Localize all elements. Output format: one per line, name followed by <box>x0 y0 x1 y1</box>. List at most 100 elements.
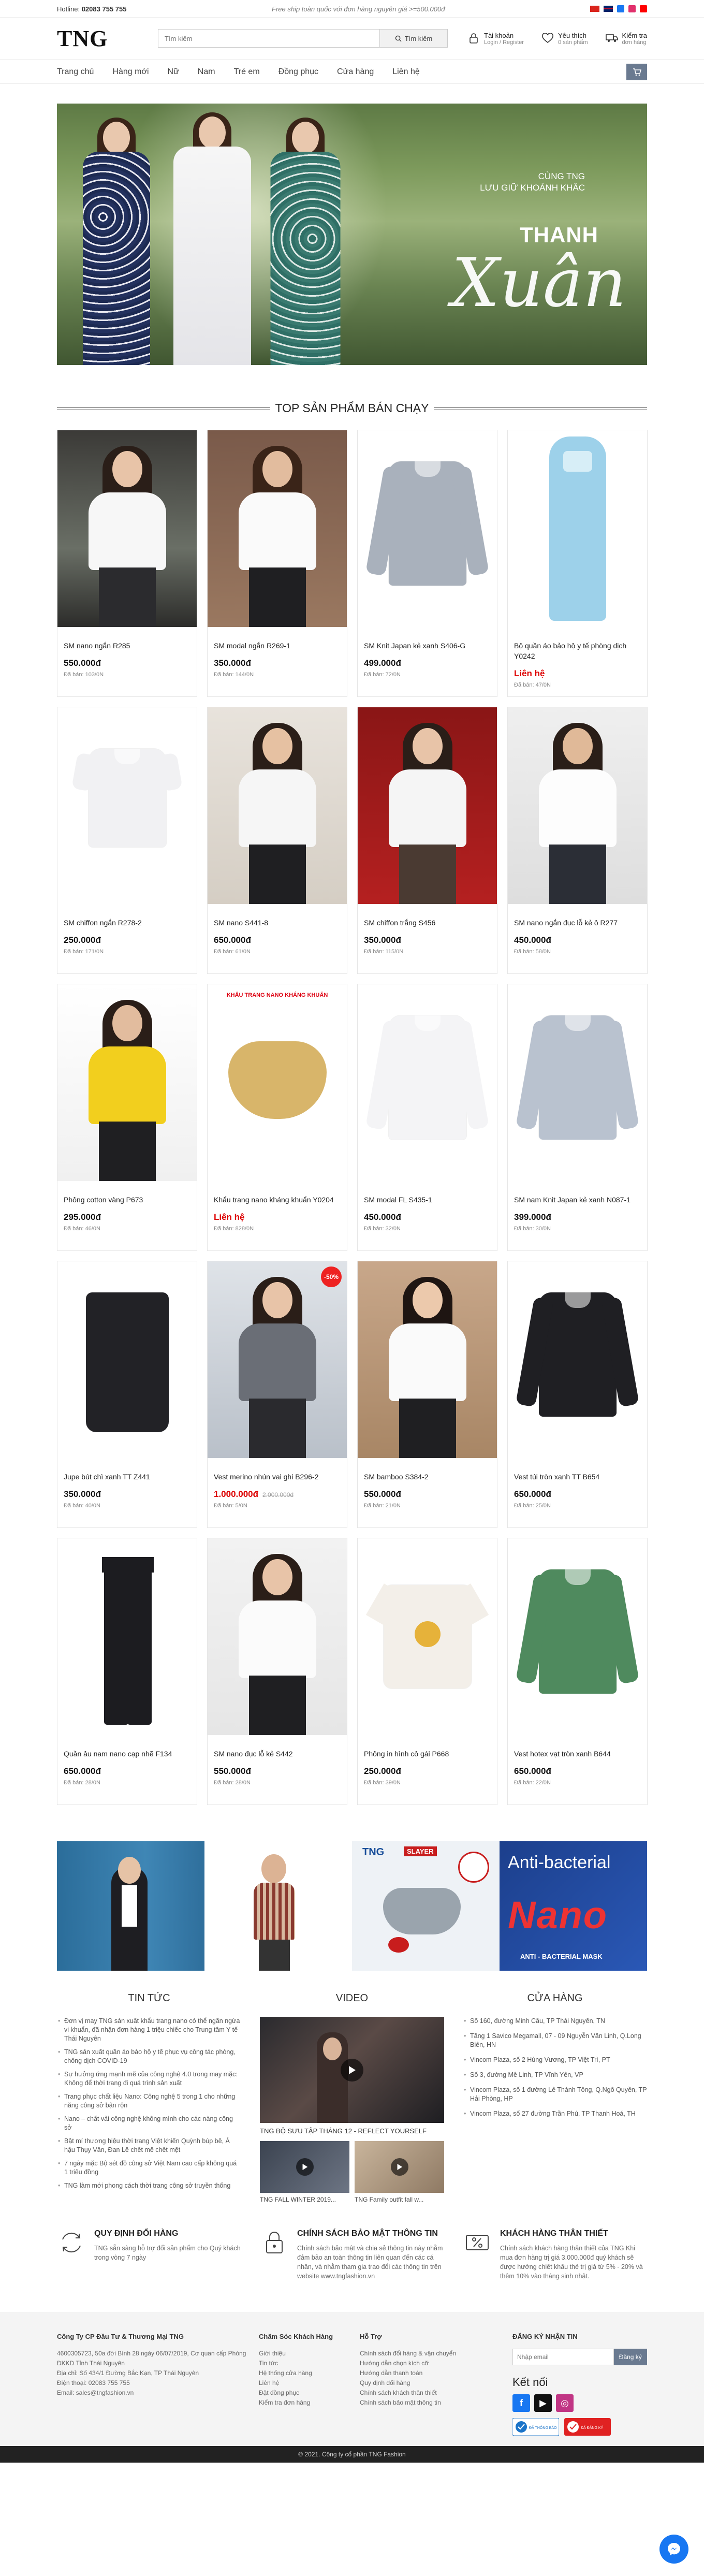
product-card[interactable]: Phông in hình cô gái P668 250.000đ Đã bá… <box>357 1538 497 1805</box>
product-card[interactable]: Vest túi tròn xanh TT B654 650.000đ Đã b… <box>507 1261 648 1528</box>
promo-banner-1[interactable] <box>57 1841 204 1971</box>
product-name[interactable]: SM chiffon trắng S456 <box>364 918 491 928</box>
product-image[interactable] <box>508 707 647 904</box>
product-name[interactable]: SM modal FL S435-1 <box>364 1195 491 1205</box>
product-name[interactable]: Vest túi tròn xanh TT B654 <box>514 1472 641 1482</box>
play-icon[interactable] <box>296 2158 314 2176</box>
bocongthuong-notified-badge[interactable]: ĐÃ THÔNG BÁO <box>512 2418 559 2436</box>
news-item[interactable]: Đơn vị may TNG sản xuất khẩu trang nano … <box>57 2017 241 2043</box>
footer-care-link[interactable]: Liên hệ <box>259 2378 360 2388</box>
product-card[interactable]: SM nam Knit Japan kẻ xanh N087-1 399.000… <box>507 984 648 1251</box>
news-item[interactable]: Sự hưởng ứng mạnh mẽ của công nghệ 4.0 t… <box>57 2070 241 2088</box>
news-item[interactable]: 7 ngày mặc Bộ sét đồ công sở Việt Nam ca… <box>57 2159 241 2177</box>
policy-loyalty[interactable]: KHÁCH HÀNG THÂN THIẾT Chính sách khách hà… <box>463 2228 647 2281</box>
account-link[interactable]: Tài khoản Login / Register <box>467 32 524 46</box>
product-name[interactable]: Khẩu trang nano kháng khuẩn Y0204 <box>214 1195 341 1205</box>
bocongthuong-registered-badge[interactable]: ĐÃ ĐĂNG KÝ <box>564 2418 611 2436</box>
product-name[interactable]: SM nano ngắn đục lỗ kẻ ô R277 <box>514 918 641 928</box>
product-image[interactable] <box>358 1538 497 1735</box>
store-item[interactable]: Số 3, đường Mê Linh, TP Vĩnh Yên, VP <box>463 2071 647 2079</box>
store-item[interactable]: Tầng 1 Savico Megamall, 07 - 09 Nguyễn V… <box>463 2032 647 2049</box>
product-card[interactable]: Bộ quần áo bảo hộ y tế phòng dịch Y0242 … <box>507 430 648 697</box>
main-video-caption[interactable]: TNG BỘ SƯU TẬP THÁNG 12 - REFLECT YOURSE… <box>260 2127 444 2135</box>
video-thumbnail-2-caption[interactable]: TNG Family outfit fall w... <box>355 2196 444 2203</box>
product-name[interactable]: SM bamboo S384-2 <box>364 1472 491 1482</box>
search-input[interactable] <box>158 29 379 48</box>
promo-banner-2[interactable] <box>204 1841 352 1971</box>
product-card[interactable]: Phông cotton vàng P673 295.000đ Đã bán: … <box>57 984 197 1251</box>
instagram-icon[interactable]: ◎ <box>556 2394 574 2412</box>
play-icon[interactable] <box>390 2158 408 2176</box>
facebook-icon[interactable]: f <box>512 2394 530 2412</box>
product-card[interactable]: SM bamboo S384-2 550.000đ Đã bán: 21/0N <box>357 1261 497 1528</box>
product-name[interactable]: SM modal ngắn R269-1 <box>214 641 341 651</box>
facebook-icon[interactable] <box>617 5 624 12</box>
nav-kids[interactable]: Trẻ em <box>234 67 260 77</box>
store-item[interactable]: Vincom Plaza, số 1 đường Lê Thánh Tông, … <box>463 2086 647 2103</box>
product-card[interactable]: KHẨU TRANG NANO KHÁNG KHUẨN Khẩu trang n… <box>207 984 347 1251</box>
hotline-number[interactable]: 02083 755 755 <box>82 5 127 13</box>
promo-banner-4[interactable]: Anti-bacterial Nano ANTI - BACTERIAL MAS… <box>500 1841 647 1971</box>
order-check-link[interactable]: Kiểm tra đơn hàng <box>605 32 647 46</box>
product-name[interactable]: Vest merino nhún vai ghi B296-2 <box>214 1472 341 1482</box>
newsletter-submit-button[interactable]: Đăng ký <box>613 2349 647 2365</box>
logo[interactable]: TNG <box>57 25 158 52</box>
nav-stores[interactable]: Cửa hàng <box>337 67 374 77</box>
product-card[interactable]: SM nano đục lỗ kẻ S442 550.000đ Đã bán: … <box>207 1538 347 1805</box>
product-image[interactable] <box>508 1261 647 1458</box>
product-card[interactable]: Jupe bút chì xanh TT Z441 350.000đ Đã bá… <box>57 1261 197 1528</box>
hero-banner[interactable]: CÙNG TNG LƯU GIỮ KHOẢNH KHẮC THANH Xuân <box>57 104 647 365</box>
footer-support-link[interactable]: Chính sách bảo mật thông tin <box>360 2398 512 2408</box>
footer-support-link[interactable]: Hướng dẫn chọn kích cỡ <box>360 2359 512 2368</box>
product-name[interactable]: SM nano S441-8 <box>214 918 341 928</box>
nav-men[interactable]: Nam <box>198 67 215 77</box>
instagram-icon[interactable] <box>628 5 636 12</box>
product-image[interactable] <box>358 430 497 627</box>
footer-care-link[interactable]: Giới thiệu <box>259 2349 360 2359</box>
store-item[interactable]: Số 160, đường Minh Cầu, TP Thái Nguyên, … <box>463 2017 647 2026</box>
wishlist-link[interactable]: Yêu thích 0 sản phẩm <box>541 32 588 46</box>
cart-button[interactable] <box>626 64 647 80</box>
product-image[interactable]: KHẨU TRANG NANO KHÁNG KHUẨN <box>208 984 347 1181</box>
product-card[interactable]: SM chiffon ngắn R278-2 250.000đ Đã bán: … <box>57 707 197 974</box>
news-item[interactable]: Trang phục chất liệu Nano: Công nghệ 5 t… <box>57 2092 241 2110</box>
video-thumbnail-1[interactable] <box>260 2141 349 2193</box>
product-card[interactable]: SM nano ngắn R285 550.000đ Đã bán: 103/0… <box>57 430 197 697</box>
youtube-icon[interactable] <box>640 5 647 12</box>
product-name[interactable]: Phông cotton vàng P673 <box>64 1195 190 1205</box>
product-card[interactable]: -50% Vest merino nhún vai ghi B296-2 1.0… <box>207 1261 347 1528</box>
product-name[interactable]: Phông in hình cô gái P668 <box>364 1749 491 1759</box>
product-image[interactable]: -50% <box>208 1261 347 1458</box>
product-card[interactable]: SM nano ngắn đục lỗ kẻ ô R277 450.000đ Đ… <box>507 707 648 974</box>
product-image[interactable] <box>508 984 647 1181</box>
product-image[interactable] <box>208 430 347 627</box>
vietnam-flag-icon[interactable] <box>590 6 599 12</box>
footer-care-link[interactable]: Tin tức <box>259 2359 360 2368</box>
product-card[interactable]: SM modal FL S435-1 450.000đ Đã bán: 32/0… <box>357 984 497 1251</box>
promo-banner-3[interactable]: TNG SLAYER <box>352 1841 500 1971</box>
store-item[interactable]: Vincom Plaza, số 27 đường Trần Phú, TP T… <box>463 2109 647 2118</box>
footer-support-link[interactable]: Hướng dẫn thanh toán <box>360 2368 512 2378</box>
english-flag-icon[interactable] <box>604 6 613 12</box>
product-image[interactable] <box>57 707 197 904</box>
nav-home[interactable]: Trang chủ <box>57 67 94 77</box>
product-name[interactable]: SM chiffon ngắn R278-2 <box>64 918 190 928</box>
product-card[interactable]: SM chiffon trắng S456 350.000đ Đã bán: 1… <box>357 707 497 974</box>
product-card[interactable]: SM Knit Japan kẻ xanh S406-G 499.000đ Đã… <box>357 430 497 697</box>
newsletter-email-input[interactable] <box>512 2349 614 2365</box>
play-icon[interactable] <box>341 2058 363 2082</box>
nav-women[interactable]: Nữ <box>168 67 179 77</box>
product-image[interactable] <box>508 1538 647 1735</box>
policy-privacy[interactable]: CHÍNH SÁCH BẢO MẬT THÔNG TIN Chính sách b… <box>260 2228 444 2281</box>
product-image[interactable] <box>208 1538 347 1735</box>
policy-exchange[interactable]: QUY ĐỊNH ĐỔI HÀNG TNG sẵn sàng hỗ trợ đổi… <box>57 2228 241 2281</box>
store-item[interactable]: Vincom Plaza, số 2 Hùng Vương, TP Việt T… <box>463 2056 647 2064</box>
product-card[interactable]: Vest hotex vạt tròn xanh B644 650.000đ Đ… <box>507 1538 648 1805</box>
product-image[interactable] <box>57 430 197 627</box>
news-item[interactable]: Bật mí thương hiệu thời trang Việt khiến… <box>57 2137 241 2155</box>
product-name[interactable]: SM nano đục lỗ kẻ S442 <box>214 1749 341 1759</box>
footer-care-link[interactable]: Kiểm tra đơn hàng <box>259 2398 360 2408</box>
nav-new[interactable]: Hàng mới <box>112 67 149 77</box>
footer-support-link[interactable]: Chính sách đổi hàng & vận chuyển <box>360 2349 512 2359</box>
product-card[interactable]: Quần âu nam nano cạp nhẽ F134 650.000đ Đ… <box>57 1538 197 1805</box>
